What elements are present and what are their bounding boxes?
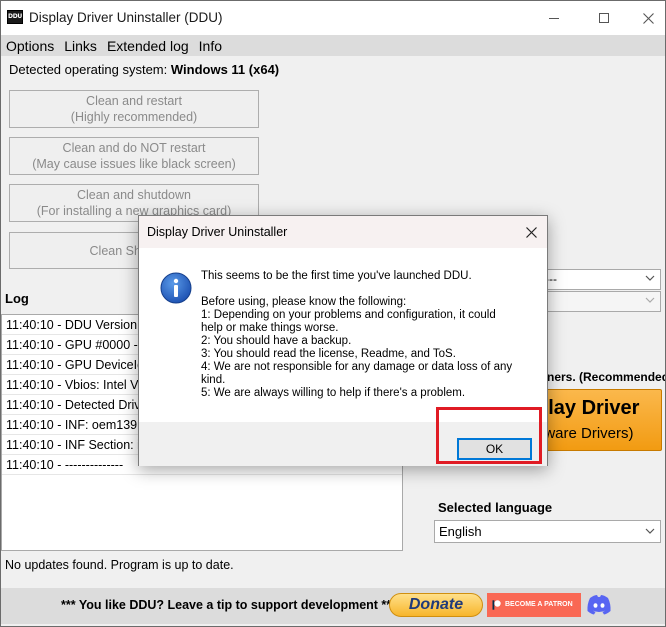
info-icon <box>160 272 192 304</box>
update-status: No updates found. Program is up to date. <box>5 558 234 572</box>
dialog-title: Display Driver Uninstaller <box>147 225 288 239</box>
button-line-2: dware Drivers) <box>536 425 634 442</box>
footer-bar: *** You like DDU? Leave a tip to support… <box>1 588 665 624</box>
os-label: Detected operating system: <box>9 62 168 77</box>
discord-icon[interactable] <box>585 592 613 618</box>
button-line-1: play Driver <box>536 397 640 419</box>
chevron-down-icon <box>645 297 655 303</box>
message-line <box>201 283 531 296</box>
message-line: 4: We are not responsible for any damage… <box>201 361 513 373</box>
minimize-button[interactable] <box>531 1 577 35</box>
maximize-button[interactable] <box>581 1 627 35</box>
maximize-icon <box>599 13 609 23</box>
driver-download-button[interactable]: play Driver dware Drivers) <box>531 389 662 451</box>
message-line: kind. <box>201 374 226 386</box>
button-line-2: (Highly recommended) <box>70 110 198 124</box>
dialog-title-bar: Display Driver Uninstaller <box>139 216 547 248</box>
detected-os: Detected operating system: Windows 11 (x… <box>9 62 279 77</box>
window-title: Display Driver Uninstaller (DDU) <box>29 10 223 25</box>
message-line: 1: Depending on your problems and config… <box>201 309 496 321</box>
menu-links[interactable]: Links <box>63 38 103 54</box>
menu-info[interactable]: Info <box>198 38 228 54</box>
chevron-down-icon <box>645 528 655 534</box>
message-line: 5: We are always willing to help if ther… <box>201 387 466 399</box>
message-line: help or make things worse. <box>201 322 339 334</box>
button-line-1: Clean and shutdown <box>77 188 191 202</box>
language-value: English <box>439 524 482 539</box>
support-text: *** You like DDU? Leave a tip to support… <box>61 598 397 612</box>
message-line: Before using, please know the following: <box>201 296 407 308</box>
clean-no-restart-button[interactable]: Clean and do NOT restart (May cause issu… <box>9 137 259 175</box>
message-line: 3: You should read the license, Readme, … <box>201 348 456 360</box>
close-icon <box>525 226 537 238</box>
clean-and-restart-button[interactable]: Clean and restart (Highly recommended) <box>9 90 259 128</box>
message-line: 2: You should have a backup. <box>201 335 352 347</box>
language-label: Selected language <box>438 500 553 515</box>
menu-bar: Options Links Extended log Info <box>1 35 665 56</box>
message-line: This seems to be the first time you've l… <box>201 270 472 282</box>
button-line-1: Clean and restart <box>86 94 182 108</box>
menu-options[interactable]: Options <box>5 38 60 54</box>
language-select[interactable]: English <box>434 520 661 543</box>
os-value: Windows 11 (x64) <box>170 62 280 77</box>
donate-button[interactable]: Donate <box>389 593 483 617</box>
dialog-close-button[interactable] <box>515 216 547 248</box>
device-type-select[interactable]: ---- <box>536 269 661 290</box>
recommended-label: ners. (Recommended) <box>547 370 666 384</box>
vendor-select[interactable] <box>536 291 661 312</box>
highlight-box <box>436 407 542 464</box>
patreon-label: BECOME A PATRON <box>505 601 573 608</box>
app-icon: DDU <box>7 10 23 24</box>
patreon-button[interactable]: BECOME A PATRON <box>487 593 581 617</box>
patreon-icon <box>492 600 501 610</box>
chevron-down-icon <box>645 275 655 281</box>
minimize-icon <box>549 17 559 19</box>
button-line-2: (May cause issues like black screen) <box>32 157 236 171</box>
log-label: Log <box>5 291 29 306</box>
dialog-message: This seems to be the first time you've l… <box>201 270 531 400</box>
dialog-body: This seems to be the first time you've l… <box>139 248 547 422</box>
button-line-1: Clean and do NOT restart <box>62 141 206 155</box>
close-window-button[interactable] <box>625 1 665 35</box>
title-bar: DDU Display Driver Uninstaller (DDU) <box>1 1 665 35</box>
close-icon <box>642 12 654 24</box>
menu-extended-log[interactable]: Extended log <box>106 38 195 54</box>
